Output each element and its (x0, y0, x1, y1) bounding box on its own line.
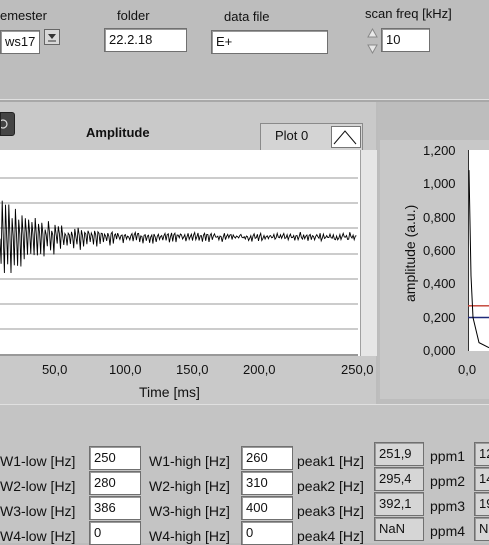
ppm4-display: N (474, 517, 489, 541)
y-axis-label: amplitude (a.u.) (402, 204, 418, 302)
semester-value: ws17 (5, 34, 36, 49)
w4-high-label: W4-high [Hz] (149, 528, 230, 544)
data-file-label: data file (224, 9, 270, 24)
w1-high-label: W1-high [Hz] (149, 453, 230, 469)
dropdown-button[interactable] (44, 29, 60, 45)
peak4-label: peak4 [Hz] (297, 528, 364, 544)
w4-low-label: W4-low [Hz] (0, 528, 76, 544)
amplitude-series-line (0, 200, 357, 274)
scan-freq-label: scan freq [kHz] (365, 6, 452, 21)
ppm3-value: 19 (479, 496, 489, 511)
chevron-down-icon (48, 34, 56, 42)
w3-high-label: W3-high [Hz] (149, 503, 230, 519)
peak3-display: 392,1 (374, 492, 424, 516)
data-file-input[interactable]: E+ (211, 30, 328, 54)
ppm4-value: N (479, 521, 489, 536)
w4-high-value: 0 (246, 525, 254, 540)
w1-low-label: W1-low [Hz] (0, 453, 76, 469)
y-tick-label: 0,400 (423, 276, 456, 292)
x-tick-label: 100,0 (109, 362, 142, 377)
w4-low-value: 0 (94, 525, 102, 540)
peak2-value: 295,4 (379, 471, 412, 486)
w3-low-value: 386 (94, 500, 116, 515)
spectrum-plot-area[interactable] (468, 150, 489, 351)
scan-freq-spinner[interactable] (366, 26, 379, 56)
ppm3-display: 19 (474, 492, 489, 516)
peak4-value: NaN (379, 521, 406, 536)
plot-legend[interactable]: Plot 0 (260, 123, 363, 151)
x-tick-label: 150,0 (176, 362, 209, 377)
w2-low-value: 280 (94, 475, 116, 490)
ppm3-label: ppm3 (430, 498, 466, 514)
legend-label: Plot 0 (275, 128, 309, 143)
spectrum-x-tick: 0,0 (458, 362, 477, 377)
ppm2-label: ppm2 (430, 473, 466, 489)
peak2-display: 295,4 (374, 467, 424, 491)
peak4-display: NaN (374, 517, 424, 541)
folder-value: 22.2.18 (109, 32, 153, 47)
y-tick-label: 1,200 (423, 143, 456, 158)
ppm2-value: 14 (479, 471, 489, 486)
ppm4-label: ppm4 (430, 523, 466, 539)
line-style-icon (333, 130, 357, 145)
run-button[interactable] (0, 112, 15, 136)
x-tick-label: 200,0 (243, 362, 276, 377)
peak1-label: peak1 [Hz] (297, 453, 364, 469)
y-tick-label: 0,800 (423, 209, 456, 225)
spectrum-series-line (468, 170, 489, 349)
ppm2-display: 14 (474, 467, 489, 491)
w2-high-label: W2-high [Hz] (149, 478, 230, 494)
folder-input[interactable]: 22.2.18 (104, 28, 187, 52)
w1-high-value: 260 (246, 450, 268, 465)
peak2-label: peak2 [Hz] (297, 478, 364, 494)
x-tick-label: 250,0 (341, 362, 374, 377)
peak1-display: 251,9 (374, 442, 424, 466)
ppm1-display: 12 (474, 442, 489, 466)
y-tick-label: 0,200 (423, 309, 456, 325)
scan-freq-value: 10 (386, 32, 401, 47)
data-file-value: E+ (216, 34, 233, 49)
plot-title: Amplitude (86, 125, 150, 140)
x-tick-label: 50,0 (42, 362, 68, 377)
spectrum-plot-svg (468, 150, 489, 351)
amplitude-plot-svg (0, 177, 358, 356)
ppm1-value: 12 (479, 446, 489, 461)
folder-label: folder (117, 8, 150, 23)
peak1-value: 251,9 (379, 446, 412, 461)
w4-high-input[interactable]: 0 (241, 521, 293, 545)
w4-low-input[interactable]: 0 (89, 521, 141, 545)
w2-high-input[interactable]: 310 (241, 471, 293, 495)
y-tick-label: 0,000 (423, 342, 456, 358)
w1-low-input[interactable]: 250 (89, 446, 141, 470)
peak3-label: peak3 [Hz] (297, 503, 364, 519)
w1-low-value: 250 (94, 450, 116, 465)
scan-freq-input[interactable]: 10 (381, 28, 430, 52)
y-tick-label: 1,000 (423, 176, 456, 192)
w3-low-label: W3-low [Hz] (0, 503, 76, 519)
peak3-value: 392,1 (379, 496, 412, 511)
semester-select[interactable]: ws17 (0, 30, 40, 54)
w3-high-value: 400 (246, 500, 268, 515)
w2-low-input[interactable]: 280 (89, 471, 141, 495)
ppm1-label: ppm1 (430, 448, 466, 464)
x-axis-label: Time [ms] (139, 384, 200, 400)
y-tick-label: 0,600 (423, 242, 456, 258)
w2-high-value: 310 (246, 475, 268, 490)
plot-scrollbar[interactable] (360, 150, 377, 356)
w1-high-input[interactable]: 260 (241, 446, 293, 470)
amplitude-plot[interactable] (0, 150, 360, 356)
circle-icon (0, 119, 8, 129)
w3-high-input[interactable]: 400 (241, 496, 293, 520)
w2-low-label: W2-low [Hz] (0, 478, 76, 494)
legend-swatch (331, 126, 361, 148)
semester-label: emester (0, 8, 47, 23)
w3-low-input[interactable]: 386 (89, 496, 141, 520)
spinner-arrows-icon (367, 27, 378, 55)
